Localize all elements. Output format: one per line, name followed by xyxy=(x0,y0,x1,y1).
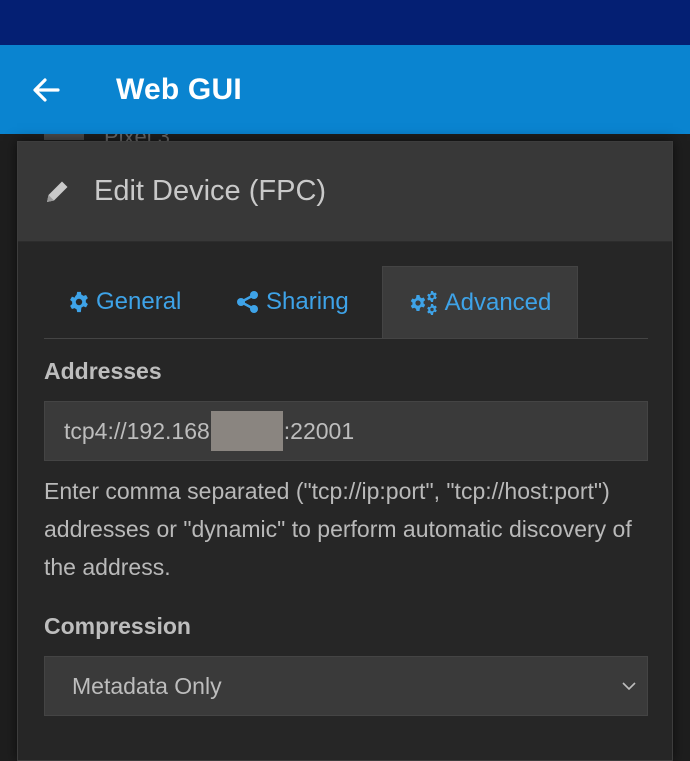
pencil-icon xyxy=(42,177,72,207)
share-icon xyxy=(236,291,260,313)
addresses-value-suffix: :22001 xyxy=(283,417,355,444)
gears-icon xyxy=(409,290,439,315)
background-device-icon xyxy=(44,134,84,140)
tab-general[interactable]: General xyxy=(68,266,181,338)
compression-label: Compression xyxy=(44,613,191,639)
tab-sharing-label: Sharing xyxy=(266,288,349,315)
tab-advanced[interactable]: Advanced xyxy=(382,266,578,338)
dialog-title: Edit Device (FPC) xyxy=(94,175,327,207)
compression-selected-value: Metadata Only xyxy=(72,672,222,699)
back-button[interactable] xyxy=(24,68,68,112)
app-bar: Web GUI xyxy=(0,45,690,134)
status-bar xyxy=(0,0,690,45)
addresses-label: Addresses xyxy=(44,358,162,384)
addresses-value-prefix: tcp4://192.168 xyxy=(64,417,210,444)
redacted-block xyxy=(210,411,283,451)
edit-device-dialog: Edit Device (FPC) General Sharing Advanc… xyxy=(17,141,673,761)
gear-icon xyxy=(68,291,90,313)
addresses-help-text: Enter comma separated ("tcp://ip:port", … xyxy=(44,478,632,580)
addresses-input[interactable]: tcp4://192.168 :22001 xyxy=(44,401,648,461)
app-title: Web GUI xyxy=(116,72,242,106)
arrow-left-icon xyxy=(33,77,60,102)
tab-sharing[interactable]: Sharing xyxy=(236,266,349,338)
tab-advanced-label: Advanced xyxy=(444,288,552,316)
tab-bar: General Sharing Advanced xyxy=(44,266,648,339)
chevron-down-icon xyxy=(622,682,636,691)
compression-select[interactable]: Metadata Only xyxy=(44,656,648,716)
dialog-header: Edit Device (FPC) xyxy=(18,142,672,242)
tab-general-label: General xyxy=(96,288,182,315)
